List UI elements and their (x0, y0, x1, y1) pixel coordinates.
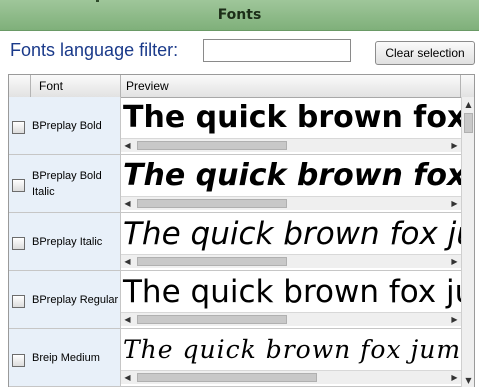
font-name: BPreplay Bold Italic (31, 155, 121, 212)
font-preview: The quick brown fox jumps over the lazy … (121, 155, 461, 212)
preview-text: The quick brown fox jumps over the lazy … (123, 216, 461, 252)
horizontal-scroll-thumb[interactable] (137, 141, 287, 150)
horizontal-scroll-thumb[interactable] (137, 257, 287, 266)
horizontal-scroll-thumb[interactable] (137, 373, 317, 382)
font-name: BPreplay Regular (31, 271, 121, 328)
horizontal-scrollbar[interactable]: ◀ ▶ (121, 312, 461, 326)
arrow-left-icon[interactable]: ◀ (121, 371, 134, 384)
font-preview: The quick brown fox jumps over the lazy … (121, 97, 461, 154)
arrow-up-icon[interactable]: ▲ (462, 98, 474, 111)
table-row[interactable]: BPreplay Regular The quick brown fox jump… (9, 271, 461, 329)
font-preview: The quick brown fox jumps over the lazy … (121, 271, 461, 328)
table-row[interactable]: BPreplay Italic The quick brown fox jumps… (9, 213, 461, 271)
preview-text: The quick brown fox jumps over the lazy … (123, 158, 461, 193)
horizontal-scrollbar[interactable]: ◀ ▶ (121, 370, 461, 384)
arrow-left-icon[interactable]: ◀ (121, 197, 134, 210)
column-header-font[interactable]: Font (31, 75, 121, 97)
font-name-label: BPreplay Bold (32, 119, 102, 132)
column-header-check[interactable] (9, 75, 31, 97)
horizontal-scrollbar[interactable]: ◀ ▶ (121, 196, 461, 210)
horizontal-scroll-thumb[interactable] (137, 199, 287, 208)
preview-text: The quick brown fox jumps over the lazy … (123, 335, 461, 364)
font-preview: The quick brown fox jumps over the lazy … (121, 213, 461, 270)
header-corner (461, 75, 474, 97)
font-name-label: BPreplay Regular (32, 293, 119, 306)
arrow-right-icon[interactable]: ▶ (448, 255, 461, 268)
column-header-preview[interactable]: Preview (121, 75, 461, 97)
arrow-left-icon[interactable]: ◀ (121, 139, 134, 152)
preview-text: The quick brown fox jumps over the lazy … (123, 100, 461, 135)
fonts-table: Font Preview BPreplay Bold The quick brow… (8, 74, 475, 387)
font-name-label: BPreplay Italic (32, 235, 103, 248)
vertical-scrollbar[interactable]: ▲ ▼ (461, 97, 474, 387)
font-checkbox[interactable] (12, 179, 25, 192)
preview-text: The quick brown fox jumps over the lazy … (123, 274, 461, 310)
arrow-right-icon[interactable]: ▶ (448, 139, 461, 152)
filter-label: Fonts language filter: (10, 40, 179, 60)
font-name: BPreplay Italic (31, 213, 121, 270)
font-checkbox[interactable] (12, 237, 25, 250)
font-name: BPreplay Bold (31, 97, 121, 154)
font-preview: The quick brown fox jumps over the lazy … (121, 329, 461, 386)
horizontal-scrollbar[interactable]: ◀ ▶ (121, 138, 461, 152)
window-title: Fonts (217, 7, 262, 23)
arrow-right-icon[interactable]: ▶ (448, 197, 461, 210)
font-checkbox[interactable] (12, 354, 25, 367)
horizontal-scroll-thumb[interactable] (137, 315, 287, 324)
table-header: Font Preview (9, 75, 474, 98)
table-row[interactable]: Breip Medium The quick brown fox jumps ov… (9, 329, 461, 387)
font-checkbox[interactable] (12, 295, 25, 308)
arrow-right-icon[interactable]: ▶ (448, 313, 461, 326)
arrow-down-icon[interactable]: ▼ (462, 374, 474, 387)
arrow-right-icon[interactable]: ▶ (448, 371, 461, 384)
arrow-left-icon[interactable]: ◀ (121, 255, 134, 268)
arrow-left-icon[interactable]: ◀ (121, 313, 134, 326)
font-checkbox[interactable] (12, 121, 25, 134)
font-name: Breip Medium (31, 329, 121, 386)
clear-selection-button[interactable]: Clear selection (375, 41, 475, 65)
title-bar: Fonts (0, 0, 479, 31)
font-name-label: BPreplay Bold Italic (32, 169, 102, 198)
font-name-label: Breip Medium (32, 351, 100, 364)
vertical-scroll-thumb[interactable] (464, 113, 473, 133)
table-row[interactable]: BPreplay Bold Italic The quick brown fox … (9, 155, 461, 213)
table-row[interactable]: BPreplay Bold The quick brown fox jumps o… (9, 97, 461, 155)
horizontal-scrollbar[interactable]: ◀ ▶ (121, 254, 461, 268)
language-filter-input[interactable] (203, 39, 351, 62)
